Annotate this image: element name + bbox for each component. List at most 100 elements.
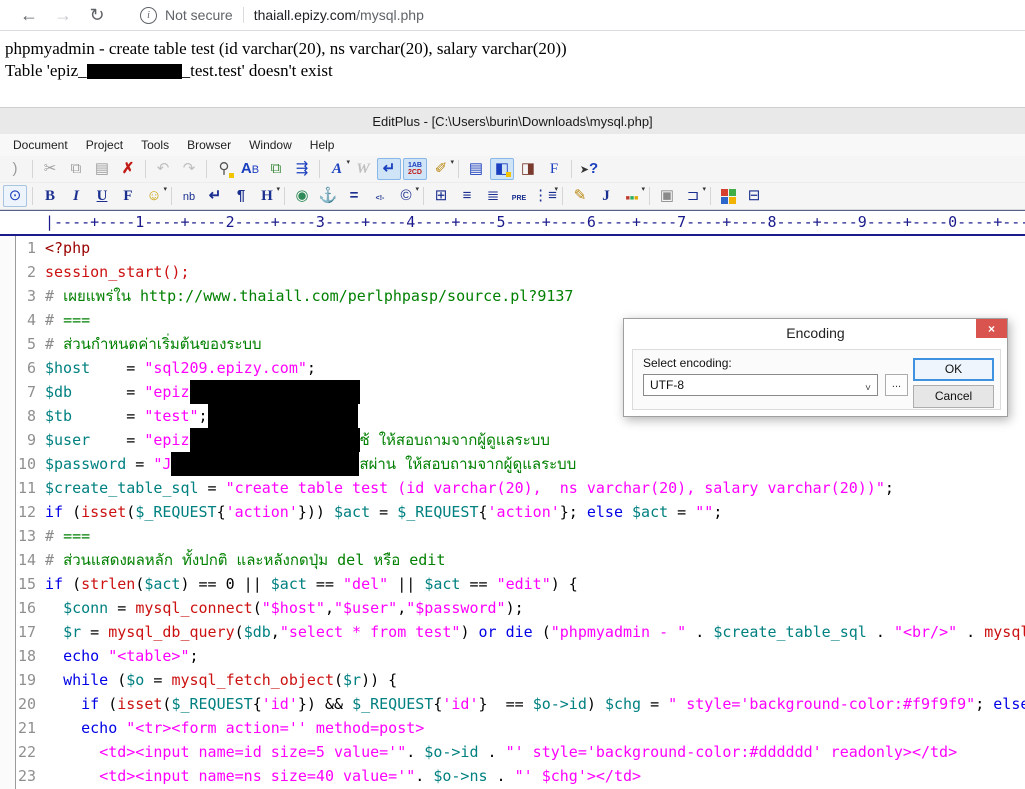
code-line[interactable]: 16 $conn = mysql_connect("$host","$user"… bbox=[0, 596, 1025, 620]
code-line[interactable]: 22 <td><input name=id size=5 value='". $… bbox=[0, 740, 1025, 764]
code-line[interactable]: 19 while ($o = mysql_fetch_object($r)) { bbox=[0, 668, 1025, 692]
select-encoding-label: Select encoding: bbox=[643, 356, 732, 370]
menu-bar: Document Project Tools Browser Window Help bbox=[0, 134, 1025, 156]
list-icon[interactable]: ⋮≡ ▾ bbox=[533, 185, 558, 207]
chevron-down-icon: ˅ bbox=[865, 383, 871, 394]
redaction-box bbox=[189, 428, 360, 452]
delete-icon[interactable]: ✗ bbox=[116, 158, 140, 180]
word-wrap-icon[interactable]: ↵ bbox=[377, 158, 401, 180]
function-list-icon[interactable]: F bbox=[542, 158, 566, 180]
redaction-box bbox=[189, 380, 360, 404]
code-line[interactable]: 20 if (isset($_REQUEST{'id'}) && $_REQUE… bbox=[0, 692, 1025, 716]
underline-icon[interactable]: U bbox=[90, 185, 114, 207]
undo-icon[interactable]: ↶ bbox=[151, 158, 175, 180]
code-line[interactable]: 3 # เผยแพร่ใน http://www.thaiall.com/perl… bbox=[0, 284, 1025, 308]
hrule-icon[interactable]: = bbox=[342, 185, 366, 207]
italic-icon[interactable]: I bbox=[64, 185, 88, 207]
emoticon-icon[interactable]: ☺ ▾ bbox=[142, 185, 167, 207]
objects-icon[interactable]: ■■■ ▾ bbox=[620, 185, 645, 207]
url-path[interactable]: /mysql.php bbox=[356, 7, 424, 23]
sort-icon[interactable]: ⇶ bbox=[290, 158, 314, 180]
not-secure-label[interactable]: Not secure bbox=[165, 7, 233, 23]
document-list-icon[interactable]: ▤ bbox=[464, 158, 488, 180]
comment-icon[interactable]: <!- bbox=[368, 185, 392, 207]
copy-html-icon[interactable]: ⧉ bbox=[264, 158, 288, 180]
copy-icon[interactable]: ⧉ bbox=[64, 158, 88, 180]
column-ruler: |----+----1----+----2----+----3----+----… bbox=[0, 210, 1025, 236]
close-icon[interactable]: × bbox=[976, 319, 1007, 338]
menu-item-tools[interactable]: Tools bbox=[132, 136, 178, 154]
watch-icon[interactable]: W bbox=[351, 158, 375, 180]
toolbar-separator bbox=[206, 160, 207, 178]
nbsp-icon[interactable]: nb bbox=[177, 185, 201, 207]
convert-case-icon[interactable]: 1AB 2CD bbox=[403, 158, 427, 180]
menu-item-document[interactable]: Document bbox=[4, 136, 77, 154]
ok-button[interactable]: OK bbox=[913, 358, 994, 381]
code-line[interactable]: 21 echo "<tr><form action='' method=post… bbox=[0, 716, 1025, 740]
javascript-icon[interactable]: J bbox=[594, 185, 618, 207]
split-window-icon[interactable]: ⊟ bbox=[742, 185, 766, 207]
menu-item-browser[interactable]: Browser bbox=[178, 136, 240, 154]
back-icon[interactable]: ← bbox=[12, 5, 46, 26]
menu-item-help[interactable]: Help bbox=[301, 136, 344, 154]
heading-icon[interactable]: H ▾ bbox=[255, 185, 280, 207]
window-title: EditPlus - [C:\Users\burin\Downloads\mys… bbox=[0, 107, 1025, 134]
image-icon[interactable]: ◉ bbox=[290, 185, 314, 207]
code-line[interactable]: 12 if (isset($_REQUEST{'action'})) $act =… bbox=[0, 500, 1025, 524]
sidebar-icon[interactable]: ◧ bbox=[490, 158, 514, 180]
help-pointer-icon[interactable]: ➤? bbox=[577, 158, 601, 180]
toolbar-separator bbox=[562, 187, 563, 205]
code-line[interactable]: 1 <?php bbox=[0, 236, 1025, 260]
table-icon[interactable]: ⊞ bbox=[429, 185, 453, 207]
redo-icon[interactable]: ↷ bbox=[177, 158, 201, 180]
url-host[interactable]: thaiall.epizy.com bbox=[254, 7, 356, 23]
replace-icon[interactable]: AB bbox=[238, 158, 262, 180]
toolbar-html: ⊙ B I U F ☺ ▾ nb ↵ ¶ H ▾ ◉ ⚓ = <!- © ▾ ⊞ ≡ ≣ PRE ⋮≡ ▾ ✎ J ■■■ ▾ ▣ ⊐ ▾ ⊟ bbox=[0, 183, 1025, 210]
layout-icon[interactable]: ⊐ ▾ bbox=[681, 185, 706, 207]
folder-icon[interactable]: ▣ bbox=[655, 185, 679, 207]
cliptext-icon[interactable]: ◨ bbox=[516, 158, 540, 180]
redaction-box bbox=[171, 452, 360, 476]
code-line[interactable]: 17 $r = mysql_db_query($db,"select * fro… bbox=[0, 620, 1025, 644]
font-tag-icon[interactable]: F bbox=[116, 185, 140, 207]
anchor-icon[interactable]: ⚓ bbox=[316, 185, 340, 207]
browse-button[interactable]: ... bbox=[885, 374, 908, 396]
paragraph-icon[interactable]: ¶ bbox=[229, 185, 253, 207]
code-line[interactable]: 2 session_start(); bbox=[0, 260, 1025, 284]
code-line[interactable]: 9 $user = "epiz ช้ ให้สอบถามจากผู้ดูแลระบบ bbox=[0, 428, 1025, 452]
code-line[interactable]: 10 $password = "J สผ่าน ให้สอบถามจากผู้ดูแ… bbox=[0, 452, 1025, 476]
toolbar-separator bbox=[171, 187, 172, 205]
align-right-icon[interactable]: ≣ bbox=[481, 185, 505, 207]
reload-icon[interactable]: ↻ bbox=[80, 5, 114, 26]
script-icon[interactable]: ✎ bbox=[568, 185, 592, 207]
code-line[interactable]: 13 # === bbox=[0, 524, 1025, 548]
find-icon[interactable]: ⚲ bbox=[212, 158, 236, 180]
page-output-line1: phpmyadmin - create table test (id varch… bbox=[5, 39, 567, 58]
pre-icon[interactable]: PRE bbox=[507, 185, 531, 207]
menu-item-window[interactable]: Window bbox=[240, 136, 301, 154]
menu-item-project[interactable]: Project bbox=[77, 136, 132, 154]
toolbar-separator bbox=[32, 187, 33, 205]
code-line[interactable]: 14 # ส่วนแสดงผลหลัก ทั้งปกติ และหลังกดปุ่… bbox=[0, 548, 1025, 572]
bold-icon[interactable]: B bbox=[38, 185, 62, 207]
align-center-icon[interactable]: ≡ bbox=[455, 185, 479, 207]
copyright-icon[interactable]: © ▾ bbox=[394, 185, 419, 207]
line-break-icon[interactable]: ↵ bbox=[203, 185, 227, 207]
toolbar-separator bbox=[710, 187, 711, 205]
info-icon[interactable]: i bbox=[140, 6, 157, 24]
code-line[interactable]: 18 echo "<table>"; bbox=[0, 644, 1025, 668]
encoding-select[interactable]: UTF-8 ˅ bbox=[643, 374, 878, 396]
cancel-button[interactable]: Cancel bbox=[913, 385, 994, 408]
doc-fragment-icon[interactable]: ) bbox=[3, 158, 27, 180]
auto-indent-icon[interactable]: ✐ ▾ bbox=[429, 158, 454, 180]
code-line[interactable]: 11 $create_table_sql = "create table test… bbox=[0, 476, 1025, 500]
windows-logo-icon[interactable] bbox=[716, 185, 740, 207]
browser-preview-icon[interactable]: ⊙ bbox=[3, 185, 27, 207]
forward-icon[interactable]: → bbox=[46, 5, 80, 26]
font-icon[interactable]: A ▾ bbox=[325, 158, 350, 180]
cut-icon[interactable]: ✂ bbox=[38, 158, 62, 180]
code-line[interactable]: 23 <td><input name=ns size=40 value='". … bbox=[0, 764, 1025, 788]
code-line[interactable]: 15 if (strlen($act) == 0 || $act == "del"… bbox=[0, 572, 1025, 596]
toolbar-separator bbox=[32, 160, 33, 178]
paste-icon[interactable]: ▤ bbox=[90, 158, 114, 180]
